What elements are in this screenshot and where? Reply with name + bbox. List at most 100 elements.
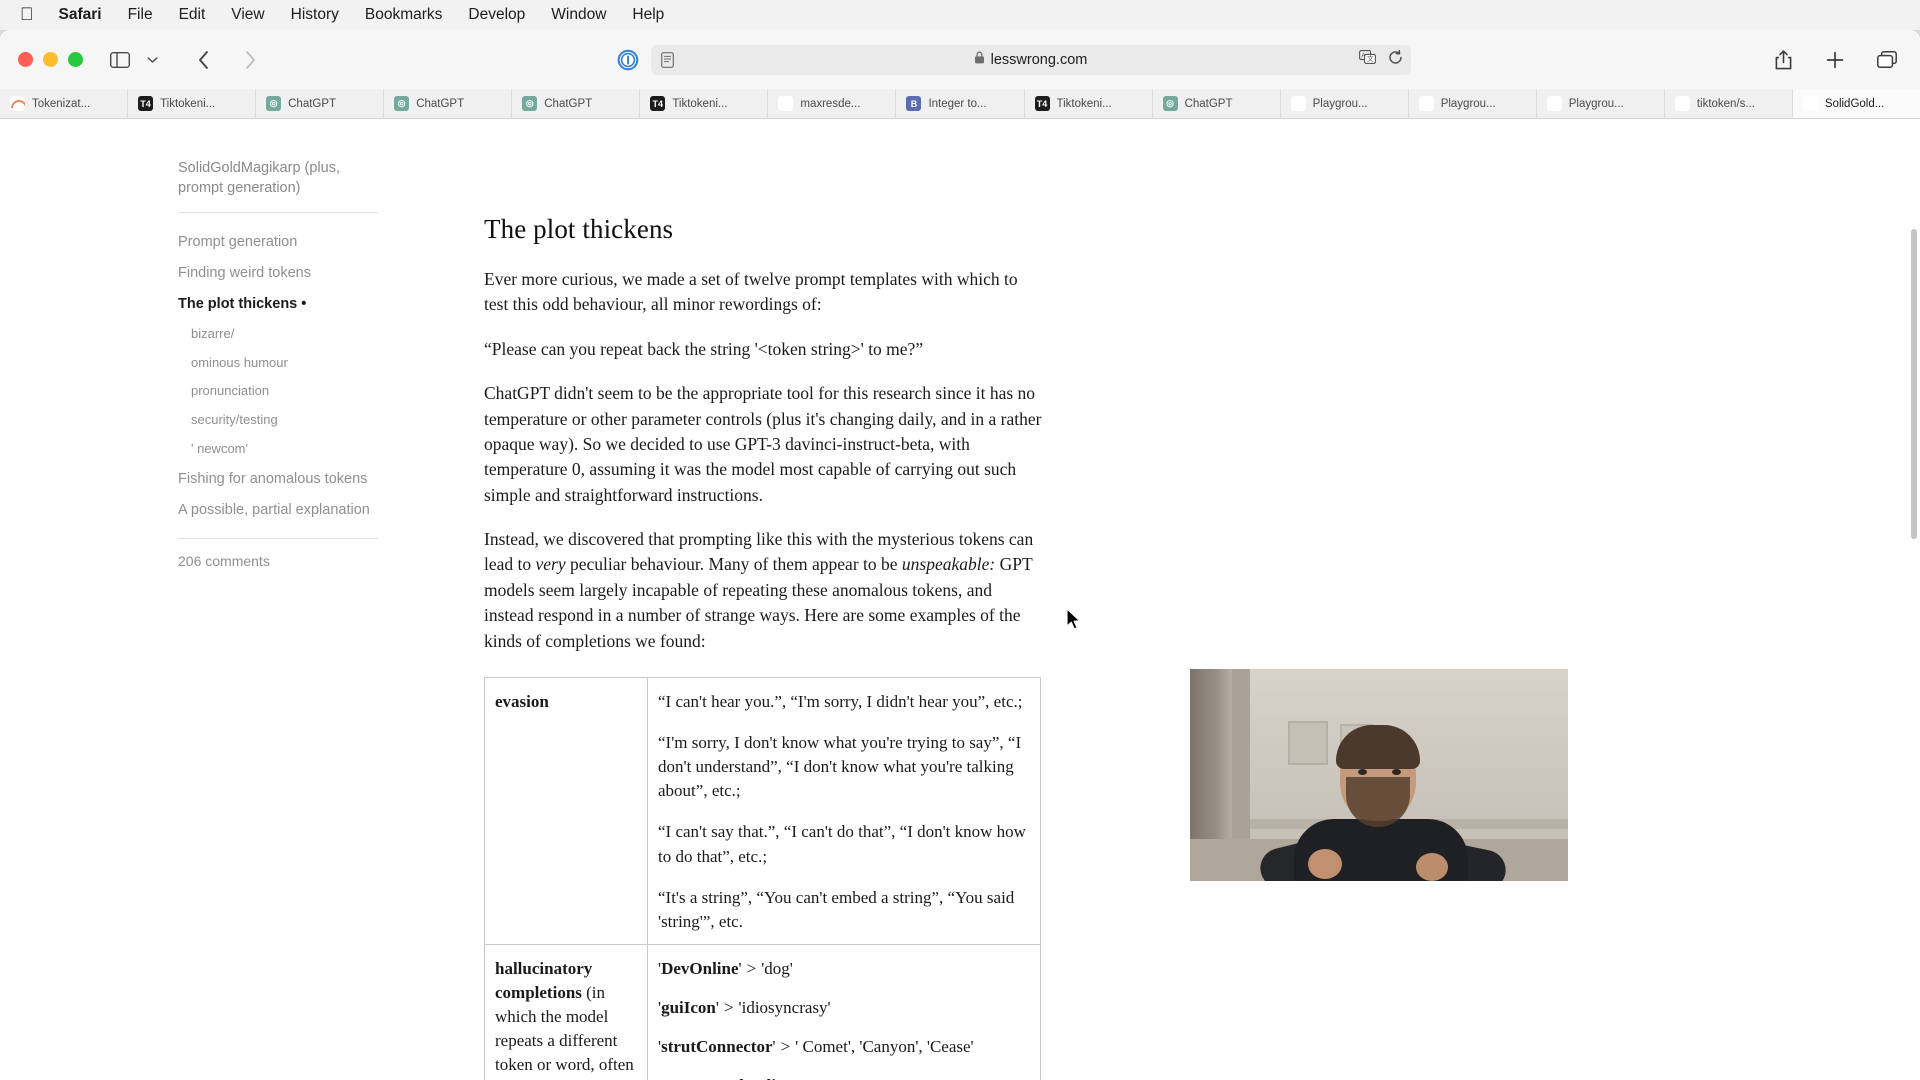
tab-1[interactable]: T4 Tiktokeni... [128, 89, 257, 118]
tab-label: Playgrou... [1440, 97, 1496, 110]
translate-icon[interactable]: A文 [1358, 50, 1376, 69]
toc-item-the-plot-thickens[interactable]: The plot thickens • [178, 289, 428, 320]
tab-8[interactable]: T4 Tiktokeni... [1025, 89, 1153, 118]
tab-5[interactable]: T4 Tiktokeni... [640, 89, 769, 118]
webcam-person-eye-right [1392, 769, 1401, 775]
address-bar[interactable]: lesswrong.com A文 [650, 44, 1411, 75]
tab-14[interactable]: ✦ SolidGold... [1792, 89, 1920, 118]
tab-7[interactable]: B Integer to... [896, 89, 1025, 118]
tiktoken-icon: T4 [138, 96, 154, 111]
tab-label: Tiktokeni... [1056, 97, 1112, 110]
new-tab-button[interactable] [1820, 45, 1850, 75]
tab-label: ChatGPT [1184, 97, 1233, 110]
tab-label: tiktoken/s... [1696, 97, 1755, 110]
tab-label: Tiktokeni... [160, 97, 216, 110]
tab-13[interactable]: ⌾ tiktoken/s... [1665, 89, 1793, 118]
p4-part-b: peculiar behaviour. Many of them appear … [565, 554, 902, 575]
safari-window: lesswrong.com A文 Tokenizat... T4 Tiktoke… [0, 30, 1920, 1080]
menu-item-edit[interactable]: Edit [166, 6, 219, 24]
page-title: The plot thickens [484, 214, 674, 244]
comments-section: 206 comments [178, 537, 428, 569]
github-icon: ⌾ [1674, 96, 1690, 111]
toc-item-newcom[interactable]: ' newcom' [178, 435, 428, 464]
window-controls [18, 52, 83, 67]
tab-4[interactable]: ◎ ChatGPT [512, 89, 641, 118]
sidebar-icon[interactable] [105, 45, 135, 75]
tab-11[interactable]: ❂ Playgrou... [1409, 89, 1537, 118]
tab-6[interactable]: Ymaxresde... [768, 89, 897, 118]
chatgpt-icon: ◎ [522, 96, 538, 111]
tab-10[interactable]: ❂ Playgrou... [1281, 89, 1409, 118]
menu-item-bookmarks[interactable]: Bookmarks [352, 6, 456, 24]
tab-0[interactable]: Tokenizat... [0, 89, 129, 118]
url-text: lesswrong.com [990, 51, 1088, 68]
toc-item-bizarre[interactable]: bizarre/ [178, 320, 428, 349]
example-line: “I can't say that.”, “I can't do that”, … [658, 822, 1026, 866]
tab-label: ChatGPT [416, 97, 465, 110]
chatgpt-icon: ◎ [1162, 96, 1178, 111]
tab-overview-icon[interactable] [1872, 45, 1902, 75]
category-name: hallucinatory completions [495, 958, 593, 1002]
vertical-scrollbar[interactable] [1911, 229, 1917, 539]
menu-item-window[interactable]: Window [538, 6, 619, 24]
tab-label: ChatGPT [544, 97, 593, 110]
chatgpt-icon: ◎ [394, 96, 410, 111]
tab-12[interactable]: ❂ Playgrou... [1537, 89, 1665, 118]
toc-item-prompt-generation[interactable]: Prompt generation [178, 227, 428, 258]
forward-button[interactable] [235, 45, 265, 75]
openai-icon: ❂ [1290, 96, 1306, 111]
arrow: > [723, 998, 734, 1017]
comments-link[interactable]: 206 comments [178, 553, 428, 569]
menu-item-history[interactable]: History [278, 6, 352, 24]
binary-icon: B [906, 96, 922, 111]
share-icon[interactable] [1768, 45, 1798, 75]
webcam-person-hand-left [1308, 849, 1342, 879]
tokenizer-icon [10, 96, 25, 111]
tab-label: Tiktokeni... [672, 97, 728, 110]
tab-label: Integer to... [928, 97, 987, 110]
reload-icon[interactable] [1388, 49, 1403, 70]
example-line: “It's a string”, “You can't embed a stri… [658, 887, 1015, 931]
tab-3[interactable]: ◎ ChatGPT [384, 89, 513, 118]
menu-item-help[interactable]: Help [619, 6, 677, 24]
menu-item-view[interactable]: View [218, 6, 277, 24]
token-line: 'InstoreAndOnline'>'Institute', 'Instruc… [658, 1074, 1030, 1080]
openai-icon: ❂ [1418, 96, 1434, 111]
menu-item-file[interactable]: File [115, 6, 166, 24]
toc-item-finding-weird-tokens[interactable]: Finding weird tokens [178, 258, 428, 289]
svg-text:文: 文 [1367, 54, 1374, 63]
toc-item-a-possible-partial-explanation[interactable]: A possible, partial explanation [178, 495, 428, 526]
arrow: > [796, 1076, 816, 1080]
token-completions: ' Comet', 'Canyon', 'Cease' [795, 1037, 974, 1057]
menu-item-develop[interactable]: Develop [455, 6, 538, 24]
minimize-window-button[interactable] [43, 52, 58, 67]
close-window-button[interactable] [18, 52, 33, 67]
toc-item-security-testing[interactable]: security/testing [178, 406, 428, 435]
page-content: SolidGoldMagikarp (plus, prompt generati… [0, 119, 1920, 1080]
apple-logo-icon[interactable]:  [14, 5, 46, 26]
reader-view-icon[interactable] [660, 51, 674, 68]
category-cell: hallucinatory completions (in which the … [484, 943, 648, 1080]
arrow: > [746, 958, 757, 978]
p4-emphasis-unspeakable: unspeakable: [901, 554, 996, 575]
maximize-window-button[interactable] [68, 52, 83, 67]
chevron-down-icon[interactable] [137, 45, 167, 75]
screen-root:  Safari File Edit View History Bookmark… [0, 0, 1920, 1080]
1password-icon[interactable] [617, 49, 639, 71]
post-title: SolidGoldMagikarp (plus, prompt generati… [178, 160, 340, 196]
toc-item-ominous-humour[interactable]: ominous humour [178, 349, 428, 378]
token-name: strutConnector [661, 1037, 773, 1057]
tiktoken-icon: T4 [1034, 96, 1050, 111]
toc-item-pronunciation[interactable]: pronunciation [178, 377, 428, 406]
divider [178, 212, 378, 214]
youtube-thumbnail-icon: Y [778, 96, 794, 111]
tab-2[interactable]: ◎ ChatGPT [256, 89, 385, 118]
example-line: “I can't hear you.”, “I'm sorry, I didn'… [658, 691, 1023, 711]
token-line: 'DevOnline' >'dog' [658, 958, 793, 978]
menu-item-safari[interactable]: Safari [46, 6, 115, 24]
tab-9[interactable]: ◎ ChatGPT [1153, 89, 1281, 118]
toc-item-fishing-for-anomalous-tokens[interactable]: Fishing for anomalous tokens [178, 464, 428, 495]
back-button[interactable] [189, 45, 219, 75]
token-name: DevOnline [661, 958, 739, 978]
tab-label: maxresde... [800, 97, 861, 110]
